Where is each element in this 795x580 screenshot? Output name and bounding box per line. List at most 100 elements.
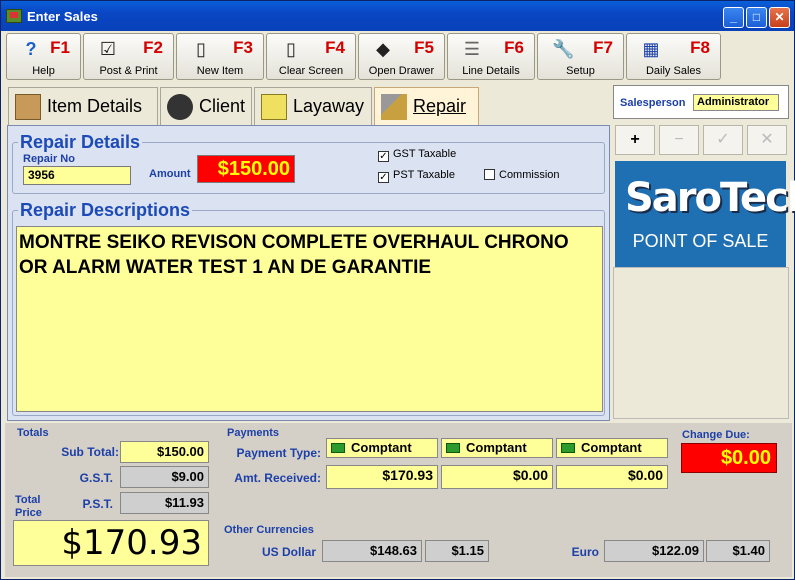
salesperson-label: Salesperson xyxy=(620,97,686,109)
us-dollar-value: $148.63 xyxy=(322,540,422,562)
us-dollar-rate: $1.15 xyxy=(425,540,489,562)
fkey-label: F1 xyxy=(50,38,70,57)
us-dollar-label: US Dollar xyxy=(261,545,316,559)
clear-screen-button[interactable]: ▯ F4 Clear Screen xyxy=(266,33,356,80)
salesperson-field[interactable]: Administrator xyxy=(693,94,779,111)
button-label: Clear Screen xyxy=(278,65,344,77)
repair-panel: Repair Details Repair No 3956 Amount $15… xyxy=(7,125,610,421)
fkey-label: F3 xyxy=(233,38,253,57)
amount-field[interactable]: $150.00 xyxy=(197,155,295,183)
daily-sales-button[interactable]: ▦ F8 Daily Sales xyxy=(626,33,721,80)
logo-brand: SaroTech xyxy=(625,175,795,221)
subtotal-value: $150.00 xyxy=(120,441,209,463)
payment-type-text: Comptant xyxy=(581,440,642,455)
payment-type-3[interactable]: Comptant xyxy=(556,438,668,458)
repair-no-field[interactable]: 3956 xyxy=(23,166,131,185)
cash-icon xyxy=(331,443,345,453)
checkbox-box xyxy=(484,169,495,180)
new-document-icon: ▯ xyxy=(196,39,206,59)
tab-label: Layaway xyxy=(293,96,365,116)
side-panel: Salesperson Administrator + − ✓ ✕ SaroTe… xyxy=(613,85,795,419)
tab-repair[interactable]: Repair xyxy=(374,87,479,125)
minus-icon[interactable]: − xyxy=(659,125,699,155)
maximize-button[interactable]: □ xyxy=(746,7,767,28)
setup-button[interactable]: 🔧 F7 Setup xyxy=(537,33,624,80)
gst-taxable-checkbox[interactable]: ✓ GST Taxable xyxy=(378,148,456,162)
totals-area: Totals Sub Total: $150.00 G.S.T. $9.00 T… xyxy=(5,423,792,577)
close-button[interactable]: ✕ xyxy=(769,7,790,28)
amount-received-label: Amt. Received: xyxy=(234,471,321,485)
amount-received-1[interactable]: $170.93 xyxy=(326,465,438,489)
fkey-label: F4 xyxy=(325,38,345,57)
cash-icon xyxy=(446,443,460,453)
side-empty-area xyxy=(613,267,789,419)
blank-document-icon: ▯ xyxy=(286,39,296,59)
new-item-button[interactable]: ▯ F3 New Item xyxy=(176,33,264,80)
gst-label: G.S.T. xyxy=(79,471,113,485)
cash-drawer-icon: ◆ xyxy=(376,39,390,59)
line-details-icon: ☰ xyxy=(463,39,481,59)
fkey-label: F6 xyxy=(504,38,524,57)
payment-type-1[interactable]: Comptant xyxy=(326,438,438,458)
tab-item-details[interactable]: Item Details xyxy=(8,87,158,125)
payment-type-label: Payment Type: xyxy=(236,446,321,460)
app-icon xyxy=(6,9,22,23)
window-title: Enter Sales xyxy=(27,9,98,24)
wrench-icon: 🔧 xyxy=(552,39,575,59)
salesperson-box: Salesperson Administrator xyxy=(613,85,789,119)
open-drawer-button[interactable]: ◆ F5 Open Drawer xyxy=(358,33,445,80)
pst-taxable-checkbox[interactable]: ✓ PST Taxable xyxy=(378,169,455,183)
delete-icon[interactable]: ✕ xyxy=(747,125,787,155)
change-due-label: Change Due: xyxy=(682,429,750,441)
payment-type-text: Comptant xyxy=(466,440,527,455)
post-print-button[interactable]: ☑ F2 Post & Print xyxy=(83,33,174,80)
subtotal-label: Sub Total: xyxy=(61,445,119,459)
totals-title: Totals xyxy=(17,427,49,439)
euro-label: Euro xyxy=(571,545,599,559)
tab-client[interactable]: Client xyxy=(160,87,252,125)
checkbox-label: PST Taxable xyxy=(393,169,455,181)
euro-rate: $1.40 xyxy=(706,540,770,562)
help-icon: ? xyxy=(25,39,37,59)
repair-no-label: Repair No xyxy=(23,153,75,165)
cash-icon xyxy=(561,443,575,453)
button-label: New Item xyxy=(196,65,244,77)
checklist-icon: ☑ xyxy=(99,39,117,59)
button-label: Daily Sales xyxy=(645,65,702,77)
tab-layaway[interactable]: Layaway xyxy=(254,87,372,125)
other-currencies-title: Other Currencies xyxy=(224,524,314,536)
box-icon xyxy=(15,94,41,120)
commission-checkbox[interactable]: Commission xyxy=(484,169,560,181)
enter-sales-window: Enter Sales _ □ ✕ ? F1 Help ☑ F2 Post & … xyxy=(0,0,795,580)
checkbox-box: ✓ xyxy=(378,151,389,162)
fkey-label: F7 xyxy=(593,38,613,57)
hammer-icon xyxy=(381,94,407,120)
help-button[interactable]: ? F1 Help xyxy=(6,33,81,80)
calendar-icon: ▦ xyxy=(642,39,660,59)
gst-value: $9.00 xyxy=(120,466,209,488)
line-details-button[interactable]: ☰ F6 Line Details xyxy=(447,33,535,80)
payment-type-text: Comptant xyxy=(351,440,412,455)
tab-label: Item Details xyxy=(47,96,143,116)
payments-title: Payments xyxy=(227,427,279,439)
button-label: Line Details xyxy=(462,65,520,77)
logo-subtitle: POINT OF SALE xyxy=(632,231,769,251)
total-price-value: $170.93 xyxy=(13,520,209,566)
sarotech-logo: SaroTech POINT OF SALE xyxy=(615,161,795,267)
button-label: Help xyxy=(32,65,55,77)
title-bar: Enter Sales _ □ ✕ xyxy=(1,1,794,31)
amount-received-2[interactable]: $0.00 xyxy=(441,465,553,489)
button-label: Post & Print xyxy=(99,65,158,77)
person-icon xyxy=(167,94,193,120)
checkbox-label: GST Taxable xyxy=(393,148,457,160)
checkbox-box: ✓ xyxy=(378,172,389,183)
check-icon[interactable]: ✓ xyxy=(703,125,743,155)
fkey-label: F8 xyxy=(690,38,710,57)
repair-description-textarea[interactable]: MONTRE SEIKO REVISON COMPLETE OVERHAUL C… xyxy=(16,226,603,412)
repair-descriptions-title: Repair Descriptions xyxy=(18,200,193,221)
add-icon[interactable]: + xyxy=(615,125,655,155)
amount-received-3[interactable]: $0.00 xyxy=(556,465,668,489)
payment-type-2[interactable]: Comptant xyxy=(441,438,553,458)
minimize-button[interactable]: _ xyxy=(723,7,744,28)
pst-value: $11.93 xyxy=(120,492,209,514)
